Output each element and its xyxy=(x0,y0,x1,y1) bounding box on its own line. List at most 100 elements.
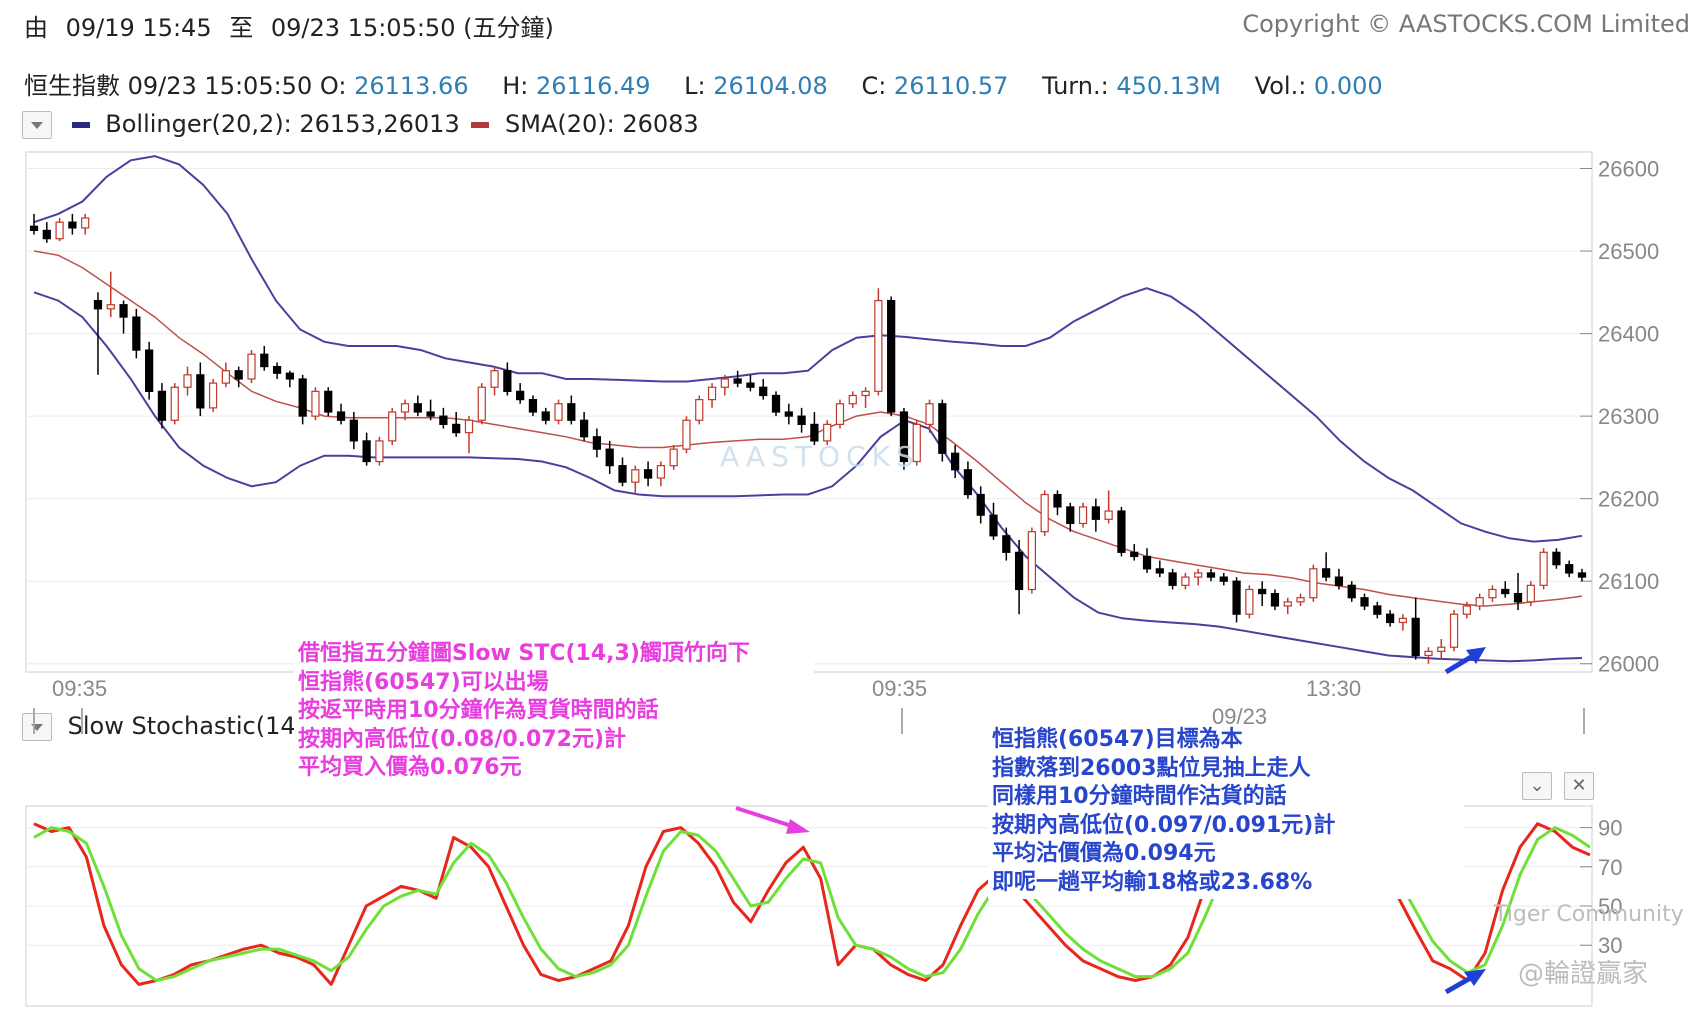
candle-body xyxy=(771,394,781,413)
candle-body xyxy=(106,304,115,310)
candle-body xyxy=(643,469,653,479)
price-tick-label: 26200 xyxy=(1598,487,1659,512)
candle-body xyxy=(183,374,192,388)
candle-body xyxy=(720,378,729,388)
pink-annotation: 借恒指五分鐘圖Slow STC(14,3)觸頂竹向下 恒指熊(60547)可以出… xyxy=(294,638,814,785)
candle-body xyxy=(1283,601,1292,607)
candle-body xyxy=(93,299,103,310)
candle-body xyxy=(707,386,717,401)
candle-body xyxy=(592,436,602,450)
candle-body xyxy=(298,378,307,417)
pink-annotation-line: 按返平時用10分鐘作為買貨時間的話 xyxy=(298,698,659,723)
candle-body xyxy=(413,403,422,413)
candle-body xyxy=(285,372,294,380)
candle-body xyxy=(1078,506,1088,525)
candle-body xyxy=(1309,568,1318,599)
candle-body xyxy=(1334,576,1344,586)
candle-body xyxy=(311,390,320,417)
candle-body xyxy=(989,514,998,537)
candle-body xyxy=(1053,493,1062,508)
candle-body xyxy=(324,390,333,413)
candle-body xyxy=(810,423,819,442)
candle-body xyxy=(400,403,410,413)
candle-body xyxy=(1130,551,1139,558)
candle-body xyxy=(132,316,141,351)
price-tick-label: 26000 xyxy=(1598,652,1659,677)
candle-body xyxy=(1347,584,1356,599)
candle-body xyxy=(1155,568,1164,574)
candle-body xyxy=(835,403,845,425)
stochastic-tick-label: 70 xyxy=(1598,855,1622,880)
stochastic-tick-label: 90 xyxy=(1598,816,1622,841)
candle-body xyxy=(1014,551,1024,591)
candle-body xyxy=(631,469,640,483)
pink-annotation-line: 借恒指五分鐘圖Slow STC(14,3)觸頂竹向下 xyxy=(298,641,750,666)
candle-body xyxy=(784,411,793,417)
blue-annotation-line: 指數落到26003點位見抽上走人 xyxy=(992,755,1311,781)
candle-body xyxy=(119,304,128,318)
price-tick-label: 26300 xyxy=(1598,404,1659,429)
candle-body xyxy=(682,419,691,450)
candle-body xyxy=(874,299,883,392)
candle-body xyxy=(247,353,256,380)
candle-body xyxy=(848,394,857,405)
candle-body xyxy=(464,419,474,434)
candle-body xyxy=(861,390,870,397)
candle-body xyxy=(938,403,947,454)
candle-body xyxy=(1181,576,1190,586)
blue-annotation-line: 平均沽價價為0.094元 xyxy=(992,841,1216,866)
candle-body xyxy=(1475,597,1484,607)
candle-body xyxy=(1424,650,1433,657)
candle-body xyxy=(1449,613,1459,648)
candle-body xyxy=(208,382,218,409)
candle-body xyxy=(1437,646,1446,652)
price-tick-label: 26400 xyxy=(1598,322,1659,347)
candle-body xyxy=(1194,572,1203,578)
main-plot-frame xyxy=(25,151,1593,673)
candle-body xyxy=(541,411,550,421)
candle-body xyxy=(1206,572,1216,578)
candle-body xyxy=(823,423,832,442)
candle-body xyxy=(1552,551,1561,566)
blue-annotation-line: 即呢一趟平均輸18格或23.68% xyxy=(992,869,1313,895)
candle-body xyxy=(477,386,486,421)
candle-body xyxy=(42,229,51,240)
candle-body xyxy=(605,448,614,467)
candle-body xyxy=(55,221,64,240)
blue-annotation-line: 按期內高低位(0.097/0.091元)計 xyxy=(992,812,1336,838)
candle-body xyxy=(29,225,39,232)
candle-body xyxy=(669,448,678,467)
candle-body xyxy=(1270,592,1280,607)
candle-body xyxy=(759,386,768,397)
candle-body xyxy=(1513,592,1523,603)
candle-body xyxy=(1296,597,1305,603)
candle-body xyxy=(656,465,665,479)
price-tick-label: 26500 xyxy=(1598,239,1659,264)
candle-body xyxy=(170,386,179,421)
candle-body xyxy=(1373,605,1382,615)
candle-body xyxy=(68,221,77,229)
candle-body xyxy=(1232,580,1241,615)
aastocks-watermark: AASTOCKS xyxy=(720,440,920,473)
candle-body xyxy=(234,370,243,380)
candle-body xyxy=(951,452,960,471)
blue-annotation-line: 同樣用10分鐘時間作沽貨的話 xyxy=(992,784,1287,809)
candle-body xyxy=(426,411,435,417)
candle-body xyxy=(362,440,371,463)
candle-body xyxy=(1577,572,1587,578)
candle-body xyxy=(1091,506,1100,520)
candle-body xyxy=(439,415,448,425)
candle-body xyxy=(1360,597,1369,607)
candle-body xyxy=(1322,568,1331,578)
candle-body xyxy=(1066,506,1075,525)
candle-body xyxy=(1488,588,1497,599)
author-handle-watermark: @輪證贏家 xyxy=(1518,959,1649,989)
candle-body xyxy=(503,370,512,392)
candle-body xyxy=(1002,535,1011,553)
candle-body xyxy=(145,349,154,392)
candle-body xyxy=(1565,564,1574,574)
candle-body xyxy=(887,299,896,413)
candle-body xyxy=(528,399,538,413)
pink-annotation-line: 按期內高低位(0.08/0.072元)計 xyxy=(298,726,627,752)
candle-body xyxy=(490,370,499,388)
